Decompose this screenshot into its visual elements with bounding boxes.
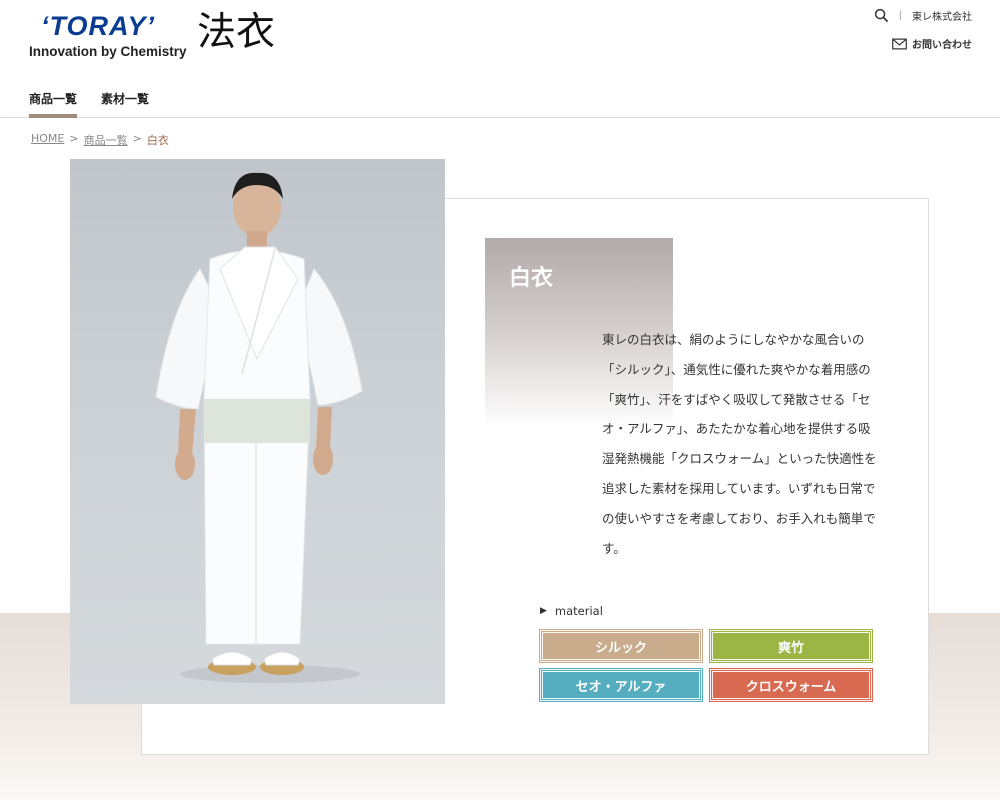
- product-photo: [70, 159, 445, 704]
- logo-tagline: Innovation by Chemistry: [29, 44, 187, 59]
- breadcrumb-separator: >: [69, 132, 79, 145]
- material-heading-text: material: [554, 604, 603, 618]
- breadcrumb: HOME > 商品一覧 > 白衣: [31, 132, 169, 148]
- breadcrumb-separator: >: [132, 132, 142, 145]
- contact-label: お問い合わせ: [912, 40, 972, 51]
- divider: |: [898, 10, 902, 21]
- breadcrumb-home[interactable]: HOME: [31, 132, 64, 148]
- logo-wordmark: ʻTORAYʼ: [41, 11, 156, 41]
- model-illustration: [155, 172, 363, 683]
- nav-item-products[interactable]: 商品一覧: [29, 90, 78, 118]
- search-icon[interactable]: [874, 8, 889, 23]
- company-link[interactable]: 東レ株式会社: [912, 8, 972, 23]
- material-button-silook[interactable]: シルック: [539, 629, 703, 663]
- product-description: 東レの白衣は、絹のようにしなやかな風合いの「シルック」、通気性に優れた爽やかな着…: [602, 332, 877, 556]
- mail-icon: [892, 38, 907, 49]
- material-button-crosswarm[interactable]: クロスウォーム: [709, 668, 873, 702]
- material-heading: ▶ material: [540, 604, 603, 618]
- material-button-ceo-alpha[interactable]: セオ・アルファ: [539, 668, 703, 702]
- utility-nav: | 東レ株式会社: [874, 8, 972, 23]
- site-header: ʻTORAYʼ Innovation by Chemistry 法衣 | 東レ株…: [0, 0, 1000, 118]
- breadcrumb-current: 白衣: [146, 134, 169, 147]
- triangle-right-icon: ▶: [540, 606, 547, 616]
- product-title: 白衣: [509, 266, 554, 291]
- site-title[interactable]: 法衣: [197, 13, 275, 52]
- global-nav: 商品一覧 素材一覧: [29, 90, 149, 118]
- material-button-souchiku[interactable]: 爽竹: [709, 629, 873, 663]
- toray-logo[interactable]: ʻTORAYʼ Innovation by Chemistry: [29, 11, 187, 63]
- breadcrumb-products[interactable]: 商品一覧: [84, 132, 128, 148]
- nav-item-materials[interactable]: 素材一覧: [101, 90, 149, 118]
- contact-link[interactable]: お問い合わせ: [892, 36, 972, 51]
